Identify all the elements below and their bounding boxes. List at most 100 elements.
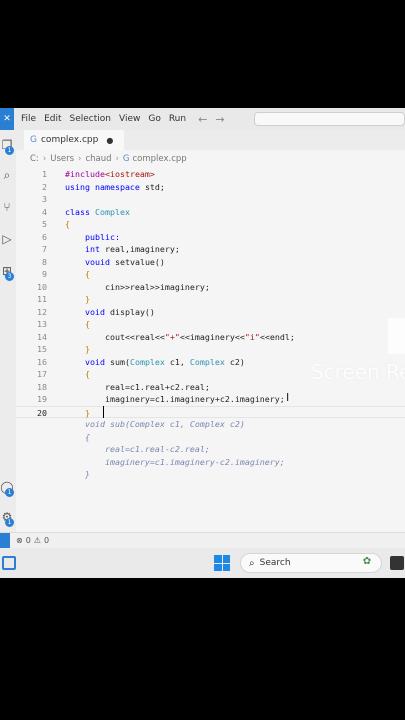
- text-caret: [103, 405, 104, 418]
- menu-edit[interactable]: Edit: [40, 114, 65, 124]
- search-highlight-icon: ✿: [362, 556, 372, 567]
- taskbar-app-icon[interactable]: [390, 556, 404, 570]
- code-line[interactable]: 12 void display(): [16, 306, 405, 318]
- code-text: }: [65, 343, 90, 355]
- chevron-right-icon: ›: [42, 154, 47, 164]
- inline-suggestion-line: {: [16, 431, 405, 443]
- cpp-file-icon: G: [122, 154, 130, 164]
- line-number: 4: [42, 206, 47, 217]
- code-text: void display(): [65, 306, 155, 318]
- menu-go[interactable]: Go: [144, 114, 164, 124]
- command-center-search[interactable]: [254, 112, 405, 126]
- line-number: 8: [42, 256, 47, 267]
- menu-view[interactable]: View: [115, 114, 144, 124]
- source-control-icon[interactable]: ⑂: [0, 200, 14, 214]
- code-token: "i": [244, 331, 260, 342]
- windows-taskbar: ⌕ Search ✿: [0, 548, 405, 578]
- start-button[interactable]: [214, 555, 230, 571]
- code-line[interactable]: 10 cin>>real>>imaginery;: [16, 281, 405, 293]
- menu-run[interactable]: Run: [165, 114, 190, 124]
- breadcrumb-drive[interactable]: C:: [30, 154, 39, 164]
- code-token: c2): [229, 356, 245, 367]
- explorer-badge: 1: [5, 146, 14, 155]
- menu-file[interactable]: File: [17, 114, 40, 124]
- code-text: vouid setvalue(): [65, 256, 165, 268]
- code-text: cin>>real>>imaginery;: [65, 281, 210, 293]
- code-editor[interactable]: 1 #include<iostream> 2 using namespace std;…: [16, 168, 405, 536]
- code-token: <iostream>: [104, 169, 155, 179]
- tab-label: complex.cpp: [40, 135, 99, 145]
- code-token: }: [84, 407, 90, 418]
- breadcrumb-file[interactable]: complex.cpp: [133, 154, 187, 164]
- code-line[interactable]: 1 #include<iostream>: [16, 168, 405, 180]
- code-line[interactable]: 5{: [16, 218, 405, 230]
- code-text: #include<iostream>: [65, 168, 155, 180]
- taskbar-search[interactable]: ⌕ Search ✿: [240, 553, 382, 573]
- code-line[interactable]: 8 vouid setvalue(): [16, 256, 405, 268]
- code-text: }: [65, 407, 90, 419]
- code-line[interactable]: 13 {: [16, 318, 405, 330]
- remote-indicator-button[interactable]: [0, 532, 10, 549]
- menu-selection[interactable]: Selection: [66, 114, 115, 124]
- code-text: {: [65, 318, 90, 330]
- code-line[interactable]: 15 }: [16, 343, 405, 355]
- code-line[interactable]: 20 }: [16, 405, 405, 419]
- code-line[interactable]: 3: [16, 193, 405, 205]
- vscode-logo-icon[interactable]: ✕: [0, 108, 14, 130]
- search-label: Search: [259, 558, 291, 568]
- code-token: sum(: [109, 356, 130, 367]
- code-line[interactable]: 11 }: [16, 293, 405, 305]
- mouse-ibeam-icon: I: [286, 391, 290, 404]
- chevron-right-icon: ›: [115, 154, 119, 164]
- forward-arrow-icon[interactable]: →: [215, 113, 224, 126]
- code-line[interactable]: 2 using namespace std;: [16, 181, 405, 193]
- error-icon: ⊗: [16, 536, 23, 545]
- breadcrumb-user[interactable]: chaud: [85, 154, 111, 164]
- code-token: Complex: [189, 356, 230, 367]
- tab-complex-cpp[interactable]: G complex.cpp ●: [24, 130, 124, 150]
- unsaved-dot-icon[interactable]: ●: [106, 136, 113, 145]
- suggestion-text: void sub(Complex c1, Complex c2): [65, 419, 245, 429]
- widgets-icon[interactable]: [2, 556, 16, 570]
- error-count: 0: [25, 536, 31, 545]
- code-line[interactable]: 14 cout<<real<<"+"<<imaginery<<"i"<<endl…: [16, 331, 405, 343]
- account-badge: 1: [5, 488, 14, 497]
- code-token: {: [84, 369, 90, 379]
- code-line[interactable]: 19 imaginery=c1.imaginery+c2.imaginery;: [16, 393, 405, 405]
- line-number: 5: [42, 219, 47, 229]
- run-debug-icon[interactable]: ▷: [0, 232, 14, 246]
- code-token: "+": [164, 331, 180, 342]
- code-line[interactable]: 4 class Complex: [16, 206, 405, 218]
- breadcrumb-users[interactable]: Users: [50, 154, 74, 164]
- code-text: }: [65, 293, 90, 305]
- extensions-badge: 3: [5, 272, 14, 281]
- line-number: 11: [37, 294, 47, 304]
- code-line[interactable]: 6 public:: [16, 231, 405, 243]
- breadcrumb: C: › Users › chaud › G complex.cpp: [30, 154, 187, 164]
- search-icon: ⌕: [249, 557, 255, 569]
- back-arrow-icon[interactable]: ←: [198, 113, 207, 126]
- code-token: {: [84, 319, 90, 329]
- code-token: Complex: [129, 356, 170, 367]
- code-text: {: [65, 368, 90, 380]
- code-token: cin>>real>>imaginery;: [65, 281, 210, 292]
- code-line[interactable]: 7 int real,imaginery;: [16, 243, 405, 255]
- problems-status[interactable]: ⊗ 0 ⚠ 0: [16, 536, 49, 545]
- code-token: cout<<real<<: [65, 331, 165, 342]
- code-line[interactable]: 9 {: [16, 268, 405, 280]
- code-token: {: [65, 219, 70, 229]
- code-token: public:: [84, 231, 120, 242]
- code-text: cout<<real<<"+"<<imaginery<<"i"<<endl;: [65, 331, 295, 343]
- code-token: int: [84, 244, 105, 254]
- watermark-camera-icon: [388, 318, 405, 354]
- search-icon[interactable]: ⌕: [0, 168, 14, 182]
